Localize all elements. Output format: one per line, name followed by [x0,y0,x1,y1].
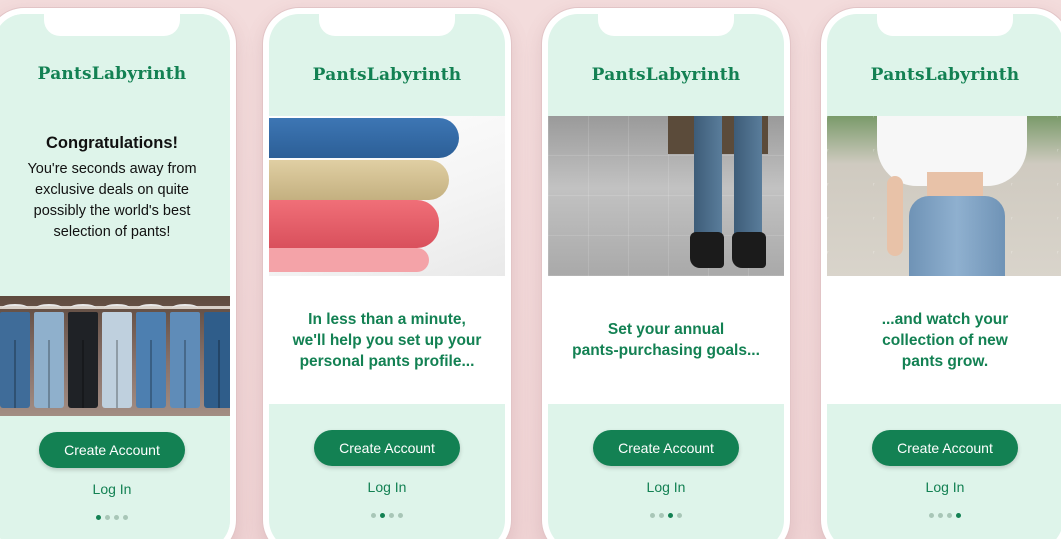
log-in-link[interactable]: Log In [93,481,132,497]
brand-logo: PantsLabyrinth [591,65,741,85]
footer-actions: Create Account Log In [0,416,230,539]
onboarding-screen-3: PantsLabyrinth Set your annual pants-pur… [542,8,790,539]
onboarding-caption: Set your annual pants-purchasing goals..… [548,276,784,404]
welcome-body: You're seconds away from exclusive deals… [27,161,197,240]
phone-notch [598,14,734,36]
page-dot-4[interactable] [398,513,403,518]
log-in-link[interactable]: Log In [926,479,965,495]
footer-actions: Create Account Log In [269,404,505,539]
phone-screen: PantsLabyrinth Congratulations! You're s… [0,14,230,539]
page-indicator [96,515,128,520]
page-dot-3[interactable] [389,513,394,518]
caption-text: ...and watch your collection of new pant… [881,310,1009,370]
onboarding-screen-4: PantsLabyrinth ...and watch your collect… [821,8,1061,539]
phone-screen: PantsLabyrinth Set your annual pants-pur… [548,14,784,539]
page-dot-2[interactable] [380,513,385,518]
welcome-title: Congratulations! [46,134,178,152]
create-account-button[interactable]: Create Account [39,432,185,468]
page-dot-1[interactable] [371,513,376,518]
phone-notch [44,14,180,36]
page-indicator [371,513,403,518]
jeans-and-boots-photo [548,116,784,276]
jeans-on-rack-photo [0,296,230,416]
welcome-message: Congratulations! You're seconds away fro… [0,114,230,296]
page-indicator [650,513,682,518]
onboarding-screen-1: PantsLabyrinth Congratulations! You're s… [0,8,236,539]
phone-notch [877,14,1013,36]
log-in-link[interactable]: Log In [368,479,407,495]
log-in-link[interactable]: Log In [647,479,686,495]
caption-text: Set your annual pants-purchasing goals..… [572,321,760,359]
onboarding-caption: In less than a minute, we'll help you se… [269,276,505,404]
phone-screen: PantsLabyrinth In less than a minute, we… [269,14,505,539]
page-dot-3[interactable] [668,513,673,518]
page-dot-4[interactable] [123,515,128,520]
page-dot-1[interactable] [96,515,101,520]
model-in-jeans-photo [827,116,1061,276]
page-dot-1[interactable] [650,513,655,518]
create-account-button[interactable]: Create Account [872,430,1018,466]
page-dot-2[interactable] [938,513,943,518]
folded-pants-stack-photo [269,116,505,276]
brand-logo: PantsLabyrinth [312,65,462,85]
page-dot-4[interactable] [956,513,961,518]
brand-logo: PantsLabyrinth [37,64,187,84]
phone-notch [319,14,455,36]
page-dot-1[interactable] [929,513,934,518]
footer-actions: Create Account Log In [548,404,784,539]
caption-text: In less than a minute, we'll help you se… [292,310,482,370]
page-dot-3[interactable] [947,513,952,518]
onboarding-caption: ...and watch your collection of new pant… [827,276,1061,404]
page-dot-2[interactable] [659,513,664,518]
footer-actions: Create Account Log In [827,404,1061,539]
page-dot-4[interactable] [677,513,682,518]
page-dot-3[interactable] [114,515,119,520]
brand-logo: PantsLabyrinth [870,65,1020,85]
create-account-button[interactable]: Create Account [593,430,739,466]
onboarding-screen-2: PantsLabyrinth In less than a minute, we… [263,8,511,539]
page-dot-2[interactable] [105,515,110,520]
phone-screen: PantsLabyrinth ...and watch your collect… [827,14,1061,539]
create-account-button[interactable]: Create Account [314,430,460,466]
page-indicator [929,513,961,518]
